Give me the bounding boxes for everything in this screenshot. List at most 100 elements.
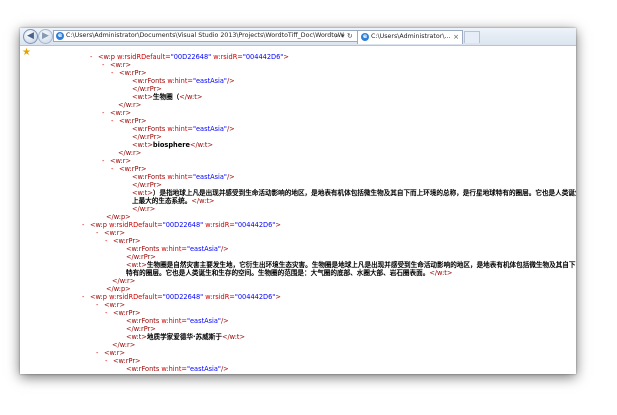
xml-text: 地质学家爱德华·苏威斯于 — [146, 333, 222, 341]
xml-tag: /> — [226, 173, 235, 181]
xml-line: 上最大的生态系统。</w:t> — [132, 197, 214, 205]
collapse-toggle[interactable]: - — [90, 53, 92, 61]
xml-text: 生物圈是自然灾害主要发生地，它衍生出环境生态灾害。生物圈是地球上凡是出现并感受到… — [146, 261, 576, 269]
browser-window: ◀ ▶ e C:\Users\Administrator\Documents\V… — [20, 28, 576, 374]
xml-line: <w:rPr> — [113, 357, 141, 365]
xml-tag: <w:t> — [132, 189, 153, 197]
xml-line: <w:rPr> — [119, 69, 147, 77]
xml-tag: <w:rPr> — [119, 69, 147, 77]
xml-tag: <w:t> — [126, 333, 147, 341]
xml-tag: /> — [226, 125, 235, 133]
xml-tag: <w:t> — [132, 141, 153, 149]
xml-attr-name: w:hint= — [159, 365, 187, 373]
xml-attr-value: "eastAsia" — [192, 173, 227, 181]
collapse-toggle[interactable]: - — [111, 165, 113, 173]
xml-attr-value: "00D22648" — [162, 293, 204, 301]
xml-text: 上最大的生态系统。 — [132, 197, 192, 205]
collapse-toggle[interactable]: - — [96, 229, 98, 237]
xml-attr-value: "eastAsia" — [192, 125, 227, 133]
collapse-toggle[interactable]: - — [105, 357, 107, 365]
xml-tag: /> — [220, 365, 229, 373]
xml-tag: </w:r> — [132, 205, 156, 213]
collapse-toggle[interactable]: - — [102, 109, 104, 117]
ie-tab-icon: e — [361, 33, 369, 41]
xml-attr-value: "eastAsia" — [186, 365, 221, 373]
xml-tag: /> — [226, 77, 235, 85]
xml-tag: </w:t> — [221, 333, 246, 341]
new-tab-button[interactable] — [464, 31, 480, 43]
xml-line: </w:rPr> — [132, 85, 162, 93]
forward-button[interactable]: ▶ — [38, 29, 53, 44]
xml-tag: </w:r> — [118, 149, 142, 157]
xml-tag: /> — [220, 245, 229, 253]
xml-line: </w:r> — [112, 277, 135, 285]
xml-line: </w:rPr> — [132, 181, 162, 189]
xml-tag: <w:t> — [132, 93, 153, 101]
xml-line: <w:r> — [110, 157, 131, 165]
xml-line: <w:rPr> — [119, 165, 147, 173]
xml-tag: <w:rPr> — [119, 165, 147, 173]
xml-line: </w:rPr> — [126, 253, 156, 261]
xml-attr-name: w:hint= — [165, 173, 193, 181]
xml-line: </w:rPr> — [126, 325, 156, 333]
xml-tag: <w:r> — [110, 61, 132, 69]
collapse-toggle[interactable]: - — [105, 237, 107, 245]
xml-tag: <w:t> — [126, 261, 147, 269]
xml-attr-name: w:rsidR= — [203, 293, 235, 301]
xml-line: <w:rPr> — [113, 237, 141, 245]
xml-line: <w:rFonts w:hint="eastAsia"/> — [132, 125, 235, 133]
xml-attr-value: "eastAsia" — [186, 317, 221, 325]
collapse-toggle[interactable]: - — [102, 157, 104, 165]
xml-tag: </w:rPr> — [132, 133, 162, 141]
xml-tag: </w:r> — [112, 277, 136, 285]
xml-tag: </w:rPr> — [126, 325, 156, 333]
collapse-toggle[interactable]: - — [82, 221, 84, 229]
xml-line: <w:t>biosphere</w:t> — [132, 141, 213, 149]
xml-tag: </w:t> — [191, 197, 215, 205]
xml-line: 特有的圈层。它也是人类诞生和生存的空间。生物圈的范围是：大气圈的底部、水圈大部、… — [126, 269, 452, 277]
tab-close-icon[interactable]: × — [453, 31, 459, 43]
xml-attr-value: "00D22648" — [162, 221, 204, 229]
collapse-toggle[interactable]: - — [105, 309, 107, 317]
xml-attr-name: w:hint= — [165, 77, 193, 85]
collapse-toggle[interactable]: - — [96, 349, 98, 357]
xml-attr-name: w:rsidR= — [211, 53, 243, 61]
xml-line: </w:rPr> — [132, 133, 162, 141]
xml-line: <w:rFonts w:hint="eastAsia"/> — [126, 365, 229, 373]
address-bar[interactable]: e C:\Users\Administrator\Documents\Visua… — [53, 30, 369, 42]
collapse-toggle[interactable]: - — [111, 117, 113, 125]
xml-attr-value: "004442D6" — [234, 221, 276, 229]
tab-active[interactable]: e C:\Users\Administrator\... × — [357, 30, 463, 44]
tab-title: C:\Users\Administrator\... — [371, 33, 451, 40]
xml-line: <w:r> — [110, 61, 131, 69]
xml-tag: </w:rPr> — [126, 373, 156, 374]
xml-attr-name: w:hint= — [165, 125, 193, 133]
address-bar-controls[interactable]: ⌕ ▾ ↻ — [335, 31, 353, 41]
collapse-toggle[interactable]: - — [111, 69, 113, 77]
xml-line: <w:rFonts w:hint="eastAsia"/> — [126, 245, 229, 253]
xml-tag: <w:p — [90, 293, 107, 301]
xml-line: <w:t>）是指地球上凡是出现并感受到生命活动影响的地区，是地表有机体包括微生物… — [132, 189, 576, 197]
xml-tag: <w:r> — [104, 349, 126, 357]
xml-line: </w:r> — [132, 205, 155, 213]
favorites-star-icon[interactable]: ★ — [22, 47, 31, 58]
xml-line: <w:r> — [104, 301, 125, 309]
xml-line: <w:p w:rsidRDefault="00D22648" w:rsidR="… — [90, 221, 281, 229]
xml-tag: > — [275, 293, 281, 301]
xml-tag: <w:rFonts — [126, 245, 160, 253]
collapse-toggle[interactable]: - — [82, 293, 84, 301]
forward-arrow-icon: ▶ — [42, 31, 49, 41]
xml-tag: <w:rPr> — [113, 237, 141, 245]
xml-tag: <w:rPr> — [119, 117, 147, 125]
xml-tag: </w:t> — [179, 93, 203, 101]
xml-tag: </w:rPr> — [132, 181, 162, 189]
xml-tag: </w:p> — [106, 285, 131, 293]
ie-page-icon: e — [56, 32, 64, 40]
xml-tag: > — [275, 221, 281, 229]
xml-line: </w:r> — [118, 149, 141, 157]
collapse-toggle[interactable]: - — [96, 301, 98, 309]
xml-attr-name: w:hint= — [159, 245, 187, 253]
collapse-toggle[interactable]: - — [102, 61, 104, 69]
back-button[interactable]: ◀ — [23, 29, 38, 44]
xml-attr-name: w:rsidR= — [203, 221, 235, 229]
